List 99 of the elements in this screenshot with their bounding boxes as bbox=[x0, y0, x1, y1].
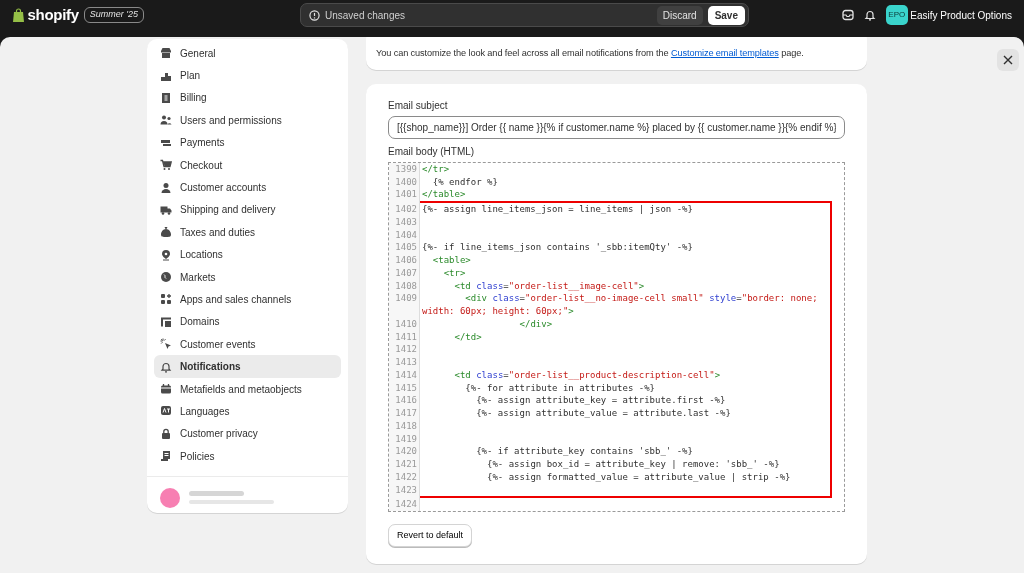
code-line: {%- assign attribute_value = attribute.last -%} bbox=[475, 407, 732, 420]
line-number: 1411 bbox=[394, 330, 418, 344]
pin-icon bbox=[160, 248, 172, 261]
translate-icon bbox=[160, 405, 172, 418]
sidebar-item[interactable]: Locations bbox=[154, 243, 341, 266]
line-number: 1404 bbox=[394, 228, 418, 242]
code-line: {%- if line_items_json contains '_sbb:itemQty' -%} bbox=[421, 241, 694, 255]
line-number: 1421 bbox=[394, 458, 418, 471]
code-line: <tr> bbox=[442, 266, 467, 280]
person-icon bbox=[160, 181, 172, 194]
window-icon bbox=[160, 315, 172, 328]
document-icon bbox=[160, 450, 172, 463]
sidebar-item[interactable]: Metafields and metaobjects bbox=[154, 377, 341, 401]
code-line: </td> bbox=[453, 330, 483, 344]
line-number: 1402 bbox=[394, 203, 418, 216]
bell-icon[interactable] bbox=[863, 9, 876, 21]
calendar-icon bbox=[160, 383, 172, 396]
sidebar-item[interactable]: Customer accounts bbox=[154, 176, 341, 199]
code-line: {%- assign line_items_json = line_items | json -%} bbox=[421, 203, 694, 216]
inbox-icon[interactable] bbox=[841, 9, 854, 21]
sidebar-item[interactable]: Shipping and delivery bbox=[154, 198, 341, 222]
cart-icon bbox=[160, 159, 172, 172]
money-bag-icon bbox=[160, 226, 172, 239]
code-line: {%- assign attribute_key = attribute.first -%} bbox=[475, 394, 727, 408]
store-name[interactable]: Easify Product Options bbox=[910, 7, 1012, 23]
line-number: 1405 bbox=[394, 241, 418, 255]
line-number: 1407 bbox=[394, 266, 418, 280]
line-number: 1408 bbox=[394, 279, 418, 293]
code-editor[interactable] bbox=[388, 161, 845, 512]
line-number: 1409 bbox=[394, 292, 418, 306]
sidebar-item[interactable]: Domains bbox=[154, 310, 341, 334]
customize-templates-link[interactable]: Customize email templates bbox=[670, 48, 779, 58]
sidebar-item[interactable]: Customer events bbox=[154, 333, 341, 356]
notice-text: You can customize the look and feel across all email notifications from the Customize email templates page. bbox=[366, 37, 867, 70]
close-button[interactable] bbox=[997, 49, 1019, 71]
status-message: Unsaved changes bbox=[325, 8, 406, 23]
sidebar-item[interactable]: Markets bbox=[154, 265, 341, 289]
code-line: </tr> bbox=[421, 162, 451, 176]
line-number: 1420 bbox=[394, 445, 418, 459]
sidebar-item[interactable]: Customer privacy bbox=[154, 422, 341, 446]
line-number: 1414 bbox=[394, 368, 418, 382]
subject-field[interactable]: [{{shop_name}}] Order {{ name }}{% if customer.name %} placed by {{ customer.name }}{% endif %} bbox=[388, 115, 845, 139]
code-line: <div class="order-list__no-image-cell small" style="border: none; width: 60px; height: 60px;"> bbox=[421, 292, 819, 318]
sidebar-item[interactable]: Users and permissions bbox=[154, 109, 341, 132]
sidebar-item[interactable]: Notifications bbox=[154, 355, 341, 378]
store-avatar[interactable]: EPO bbox=[885, 5, 908, 25]
save-button[interactable]: Save bbox=[707, 5, 745, 25]
line-number: 1400 bbox=[394, 175, 418, 189]
line-number: 1418 bbox=[394, 419, 418, 433]
line-number: 1422 bbox=[394, 470, 418, 484]
store-icon bbox=[160, 47, 172, 60]
sidebar-item[interactable]: Taxes and duties bbox=[154, 221, 341, 244]
sidebar-item[interactable]: Languages bbox=[154, 400, 341, 423]
code-line: <td class="order-list__product-description-cell"> bbox=[453, 368, 722, 382]
sidebar-item[interactable]: Payments bbox=[154, 131, 341, 154]
code-line: <table> bbox=[431, 254, 472, 267]
sidebar-item[interactable]: General bbox=[154, 42, 341, 65]
code-line: </table> bbox=[421, 188, 467, 202]
avatar bbox=[159, 487, 181, 510]
line-number: 1413 bbox=[394, 356, 418, 369]
bell-icon bbox=[160, 360, 172, 373]
line-number: 1417 bbox=[394, 407, 418, 420]
line-number: 1412 bbox=[394, 343, 418, 357]
line-number: 1399 bbox=[394, 162, 418, 176]
field-label: Email body (HTML) bbox=[388, 144, 476, 159]
code-line: {%- assign formatted_value = attribute_value | strip -%} bbox=[486, 470, 792, 484]
logo-text[interactable]: shopify bbox=[27, 3, 79, 27]
field-label: Email subject bbox=[388, 98, 449, 113]
line-number: 1416 bbox=[394, 394, 418, 408]
receipt-icon bbox=[160, 91, 172, 104]
sidebar-item[interactable]: Checkout bbox=[154, 153, 341, 177]
line-number: 1401 bbox=[394, 188, 418, 202]
line-number: 1419 bbox=[394, 432, 418, 446]
discard-button[interactable]: Discard bbox=[656, 5, 703, 25]
line-number: 1406 bbox=[394, 254, 418, 267]
line-number: 1423 bbox=[394, 483, 418, 497]
revert-button[interactable]: Revert to default bbox=[388, 523, 473, 548]
code-line: {%- assign box_id = attribute_key | remove: 'sbb_' -%} bbox=[486, 458, 781, 471]
apps-icon bbox=[160, 293, 172, 306]
sidebar-item[interactable]: Billing bbox=[154, 86, 341, 110]
shopping-bag-icon bbox=[12, 7, 25, 23]
close-icon bbox=[1003, 55, 1013, 65]
code-line: <td class="order-list__image-cell"> bbox=[453, 279, 646, 293]
sidebar-item[interactable]: Plan bbox=[154, 64, 341, 87]
code-line: {%- if attribute_key contains 'sbb_' -%} bbox=[475, 445, 694, 459]
code-line: {%- for attribute in attributes -%} bbox=[464, 381, 656, 395]
code-line: {% endfor %} bbox=[431, 175, 499, 189]
line-number: 1415 bbox=[394, 381, 418, 395]
sidebar-item[interactable]: Apps and sales channels bbox=[154, 288, 341, 311]
users-icon bbox=[160, 114, 172, 127]
edition-badge: Summer '25 bbox=[83, 7, 144, 23]
sidebar-item[interactable]: Policies bbox=[154, 445, 341, 468]
line-number: 1403 bbox=[394, 215, 418, 229]
cursor-icon bbox=[160, 338, 172, 351]
code-line: </div> bbox=[518, 317, 554, 331]
lock-icon bbox=[160, 427, 172, 440]
alert-icon bbox=[309, 9, 320, 21]
line-number: 1424 bbox=[394, 498, 418, 511]
line-number: 1410 bbox=[394, 317, 418, 331]
